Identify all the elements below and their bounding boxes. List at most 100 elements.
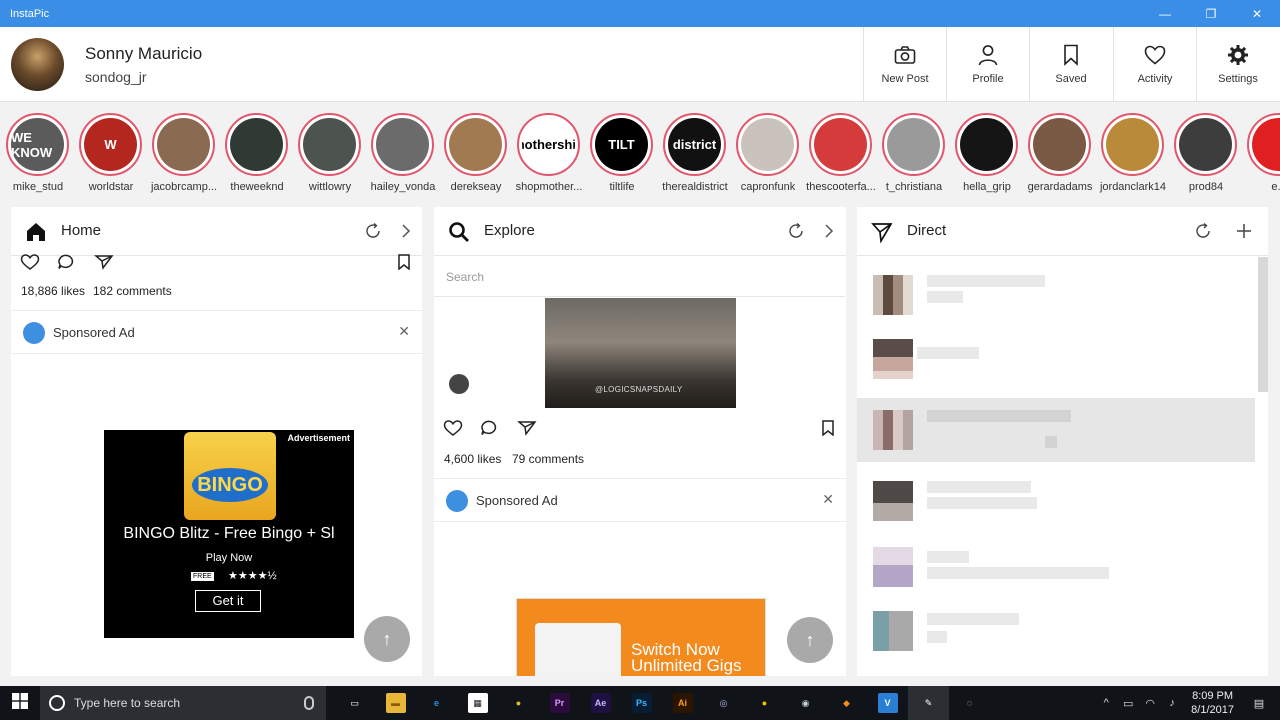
comments-count[interactable]: 182 comments [93, 284, 172, 298]
direct-thread[interactable] [857, 469, 1255, 533]
refresh-icon[interactable] [787, 222, 805, 240]
comment-icon[interactable] [480, 420, 500, 440]
comment-icon[interactable] [57, 254, 77, 274]
explore-post-media[interactable]: @LOGICSNAPSDAILY [545, 298, 736, 408]
maximize-button[interactable]: ❐ [1188, 0, 1234, 27]
like-heart-icon[interactable] [20, 254, 40, 274]
story-item[interactable]: hailey_vonda [366, 113, 442, 193]
explore-panel: Explore Search @LOGICSNAPSDAILY 4,600 li… [434, 207, 846, 676]
story-item[interactable]: hella_grip [950, 113, 1026, 193]
like-heart-icon[interactable] [443, 420, 463, 440]
taskbar-app-edge[interactable]: e [416, 686, 457, 720]
close-ad-icon[interactable]: ✕ [822, 491, 834, 508]
saved-button[interactable]: Saved [1029, 27, 1112, 101]
taskbar-app-app-v[interactable]: V [867, 686, 908, 720]
direct-thread[interactable] [857, 398, 1255, 462]
notification-icon[interactable]: ▤ [1248, 697, 1270, 710]
wifi-icon[interactable]: ◠ [1139, 697, 1161, 710]
plus-icon[interactable] [1235, 222, 1253, 240]
taskbar-app-file-explorer[interactable]: ▬ [375, 686, 416, 720]
bingo-logo: BINGO [184, 432, 276, 520]
unlimited-gigs-ad[interactable]: Switch Now Unlimited Gigs [516, 598, 766, 676]
direct-thread[interactable] [857, 263, 1255, 327]
taskbar-apps: ▭ ▬ e ▦ ● Pr Ae Ps Ai ◎ ● ◉ ◆ V ✎ ◌ [334, 686, 990, 720]
taskbar-app-photoshop[interactable]: Ps [621, 686, 662, 720]
taskbar-app-instapic[interactable]: ✎ [908, 686, 949, 720]
share-icon[interactable] [93, 254, 114, 274]
story-item[interactable]: mothershipshopmother... [512, 113, 588, 193]
chevron-right-icon[interactable] [397, 222, 415, 240]
taskbar-app-fl-studio[interactable]: ◆ [826, 686, 867, 720]
profile-button[interactable]: Profile [946, 27, 1029, 101]
bingo-logo-text: BINGO [192, 468, 268, 502]
story-ring [444, 113, 507, 176]
story-item[interactable]: capronfunk [731, 113, 807, 193]
taskbar-app-app-yellow[interactable]: ● [744, 686, 785, 720]
fl-studio-icon: ◆ [836, 693, 857, 713]
ad-play-now[interactable]: Play Now [104, 552, 354, 564]
direct-thread[interactable] [857, 327, 1255, 391]
taskbar-app-obs[interactable]: ◌ [949, 686, 990, 720]
close-ad-icon[interactable]: ✕ [398, 323, 410, 340]
taskbar-app-illustrator[interactable]: Ai [662, 686, 703, 720]
likes-count[interactable]: 18,886 likes [21, 284, 85, 298]
new-post-button[interactable]: New Post [863, 27, 946, 101]
refresh-icon[interactable] [1194, 222, 1212, 240]
scroll-top-button[interactable]: ↑ [787, 617, 833, 663]
story-item[interactable]: theweeknd [220, 113, 296, 193]
volume-icon[interactable]: ♪ [1161, 697, 1183, 709]
bingo-advertisement[interactable]: Advertisement BINGO BINGO Blitz - Free B… [104, 430, 354, 638]
share-icon[interactable] [516, 420, 537, 440]
likes-count[interactable]: 4,600 likes [444, 452, 501, 466]
comments-count[interactable]: 79 comments [512, 452, 584, 466]
get-it-button[interactable]: Get it [195, 590, 261, 612]
story-item[interactable]: e... [1242, 113, 1280, 193]
story-ring: district [663, 113, 726, 176]
bookmark-icon[interactable] [820, 420, 840, 440]
taskbar-app-premiere[interactable]: Pr [539, 686, 580, 720]
bookmark-icon[interactable] [396, 254, 416, 274]
story-item[interactable]: prod84 [1169, 113, 1245, 193]
taskbar-app-chrome[interactable]: ● [498, 686, 539, 720]
start-button[interactable] [0, 686, 40, 720]
advertisement-tag: Advertisement [287, 433, 350, 443]
tray-chevron-icon[interactable]: ^ [1095, 697, 1117, 709]
search-icon [448, 221, 470, 243]
explore-search-input[interactable]: Search [434, 257, 845, 297]
settings-button[interactable]: Settings [1196, 27, 1279, 101]
story-item[interactable]: wittlowry [293, 113, 369, 193]
story-item[interactable]: jacobrcamp... [147, 113, 223, 193]
direct-thread[interactable] [857, 535, 1255, 599]
story-ring [152, 113, 215, 176]
taskbar-app-store[interactable]: ▦ [457, 686, 498, 720]
story-item[interactable]: t_christiana [877, 113, 953, 193]
avatar[interactable] [11, 38, 64, 91]
story-item[interactable]: thescooterfa... [804, 113, 880, 193]
battery-icon[interactable]: ▭ [1117, 697, 1139, 710]
taskbar-app-after-effects[interactable]: Ae [580, 686, 621, 720]
story-item[interactable]: derekseay [439, 113, 515, 193]
minimize-button[interactable]: — [1142, 0, 1188, 27]
story-avatar [303, 118, 356, 171]
activity-button[interactable]: Activity [1113, 27, 1196, 101]
direct-thread[interactable] [857, 599, 1255, 663]
taskbar-app-steam[interactable]: ◉ [785, 686, 826, 720]
direct-scrollbar[interactable] [1258, 257, 1268, 392]
close-window-button[interactable]: ✕ [1234, 0, 1280, 27]
story-item[interactable]: TILT tiltlife [585, 113, 661, 193]
post-owner-icon[interactable] [449, 374, 469, 394]
clock[interactable]: 8:09 PM 8/1/2017 [1191, 689, 1234, 717]
taskbar-app-app-spiral[interactable]: ◎ [703, 686, 744, 720]
story-item[interactable]: district therealdistrict [658, 113, 734, 193]
scroll-top-button[interactable]: ↑ [364, 616, 410, 662]
story-item[interactable]: jordanclark14 [1096, 113, 1172, 193]
refresh-icon[interactable] [364, 222, 382, 240]
microphone-icon[interactable] [304, 696, 314, 710]
taskbar-app-task-view[interactable]: ▭ [334, 686, 375, 720]
story-item[interactable]: WE KNOW mike_stud [1, 113, 77, 193]
story-item[interactable]: Wworldstar [74, 113, 150, 193]
arrow-up-icon: ↑ [805, 629, 815, 650]
taskbar-search-box[interactable]: Type here to search [40, 686, 326, 720]
chevron-right-icon[interactable] [820, 222, 838, 240]
story-item[interactable]: gerardadams [1023, 113, 1099, 193]
